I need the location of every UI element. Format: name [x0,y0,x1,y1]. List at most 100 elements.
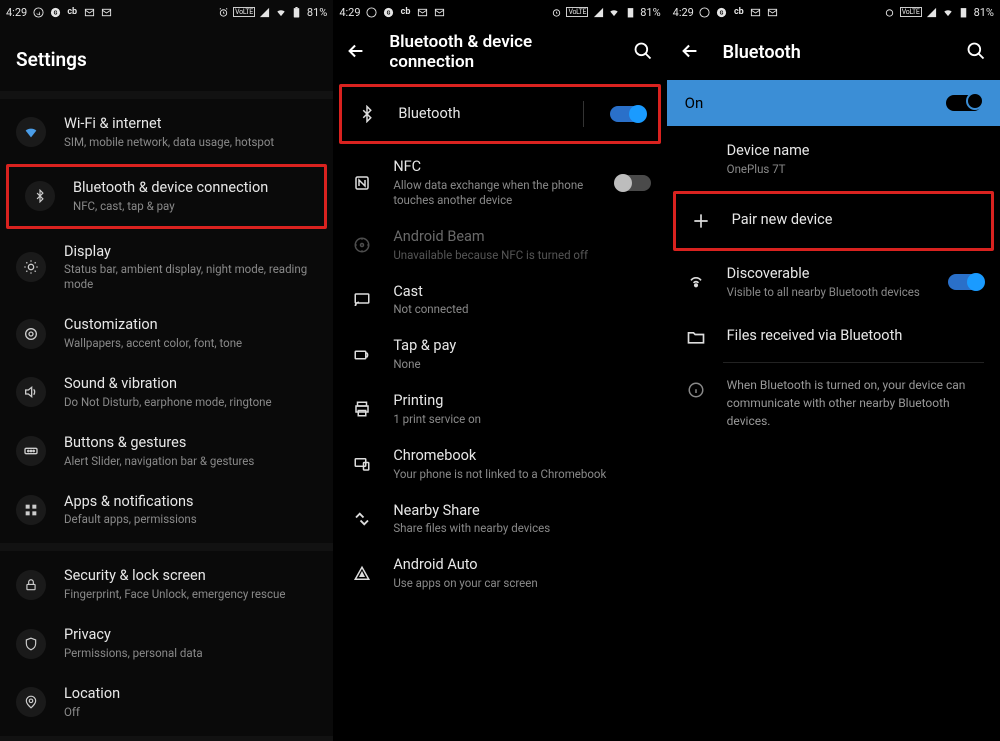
settings-sound[interactable]: Sound & vibrationDo Not Disturb, earphon… [0,363,333,422]
nfc-row[interactable]: NFCAllow data exchange when the phone to… [333,148,666,218]
settings-panel: 4:29 G cb VoLTE 81% Settings Wi-Fi & int… [0,0,333,741]
volte-icon: VoLTE [233,7,255,17]
google-icon: G [383,6,395,18]
beam-icon [349,232,375,258]
cb-icon: cb [733,6,745,18]
discoverable-row[interactable]: DiscoverableVisible to all nearby Blueto… [667,253,1000,312]
settings-wifi[interactable]: Wi-Fi & internetSIM, mobile network, dat… [0,103,333,162]
pair-new-device-row[interactable]: Pair new device [673,191,994,251]
plus-icon [688,208,714,234]
bluetooth-toggle[interactable] [610,106,646,122]
bluetooth-toggle-row[interactable]: Bluetooth [339,84,660,144]
page-title: Bluetooth & device connection [389,32,612,72]
signal-icon [592,6,604,18]
battery-icon [291,6,303,18]
tap-pay-icon [349,342,375,368]
nearby-share-row[interactable]: Nearby ShareShare files with nearby devi… [333,492,666,547]
signal-icon [259,6,271,18]
battery-pct: 81% [307,6,327,19]
bluetooth-detail-panel: 4:29 G cb VoLTE 81% Bluetooth On [667,0,1000,741]
status-bar: 4:29 G cb VoLTE 81% [0,0,333,24]
svg-text:G: G [53,10,57,16]
whatsapp-icon [699,6,711,18]
status-time: 4:29 [673,6,694,19]
on-label: On [685,94,704,112]
settings-location[interactable]: LocationOff [0,673,333,732]
status-bar: 4:29 G cb VoLTE 81% [333,0,666,24]
nearby-share-icon [349,506,375,532]
volte-icon: VoLTE [900,7,922,17]
customization-icon [16,319,46,349]
wifi-icon [275,6,287,18]
master-toggle[interactable] [946,95,982,111]
battery-pct: 81% [640,6,660,19]
wifi-icon [942,6,954,18]
cb-icon: cb [66,6,78,18]
page-title: Settings [0,24,333,87]
display-icon [16,252,46,282]
search-button[interactable] [633,41,655,63]
alarm-icon [217,6,229,18]
battery-pct: 81% [974,6,994,19]
wifi-icon [608,6,620,18]
gmail-icon [750,6,762,18]
cast-row[interactable]: CastNot connected [333,273,666,328]
buttons-icon [16,436,46,466]
status-time: 4:29 [6,6,27,19]
wifi-setting-icon [16,117,46,147]
search-button[interactable] [966,41,988,63]
settings-display[interactable]: DisplayStatus bar, ambient display, nigh… [0,231,333,305]
bluetooth-connection-panel: 4:29 G cb VoLTE 81% Bluetooth & device c… [333,0,666,741]
files-received-row[interactable]: Files received via Bluetooth [667,312,1000,362]
whatsapp-icon [32,6,44,18]
volte-icon: VoLTE [566,7,588,17]
settings-customization[interactable]: CustomizationWallpapers, accent color, f… [0,304,333,363]
sound-icon [16,377,46,407]
back-button[interactable] [679,40,703,64]
android-auto-icon [349,561,375,587]
gmail-icon-2 [434,6,446,18]
printing-row[interactable]: Printing1 print service on [333,382,666,437]
device-name-row[interactable]: Device nameOnePlus 7T [667,126,1000,189]
gmail-icon-2 [100,6,112,18]
chromebook-icon [349,451,375,477]
android-auto-row[interactable]: Android AutoUse apps on your car screen [333,546,666,601]
location-icon [16,687,46,717]
cb-icon: cb [400,6,412,18]
bluetooth-icon [354,101,380,127]
settings-privacy[interactable]: PrivacyPermissions, personal data [0,614,333,673]
privacy-icon [16,629,46,659]
svg-text:G: G [387,10,391,16]
back-button[interactable] [345,40,369,64]
bluetooth-on-strip[interactable]: On [667,80,1000,126]
lock-icon [16,570,46,600]
settings-buttons[interactable]: Buttons & gesturesAlert Slider, navigati… [0,422,333,481]
svg-text:G: G [720,10,724,16]
apps-icon [16,495,46,525]
settings-apps[interactable]: Apps & notificationsDefault apps, permis… [0,481,333,540]
settings-bluetooth[interactable]: Bluetooth & device connectionNFC, cast, … [6,164,327,229]
chromebook-row[interactable]: ChromebookYour phone is not linked to a … [333,437,666,492]
gmail-icon [83,6,95,18]
status-bar: 4:29 G cb VoLTE 81% [667,0,1000,24]
alarm-icon [550,6,562,18]
gmail-icon-2 [767,6,779,18]
discoverable-toggle[interactable] [948,274,984,290]
google-icon: G [716,6,728,18]
nfc-icon [349,170,375,196]
google-icon: G [49,6,61,18]
gmail-icon [417,6,429,18]
tap-pay-row[interactable]: Tap & payNone [333,327,666,382]
info-icon [683,377,709,403]
discoverable-icon [683,269,709,295]
signal-icon [926,6,938,18]
print-icon [349,396,375,422]
folder-icon [683,324,709,350]
settings-security[interactable]: Security & lock screenFingerprint, Face … [0,555,333,614]
alarm-icon [884,6,896,18]
info-row: When Bluetooth is turned on, your device… [667,363,1000,442]
nfc-toggle[interactable] [615,175,651,191]
status-time: 4:29 [339,6,360,19]
bluetooth-setting-icon [25,181,55,211]
page-title: Bluetooth [723,42,946,63]
